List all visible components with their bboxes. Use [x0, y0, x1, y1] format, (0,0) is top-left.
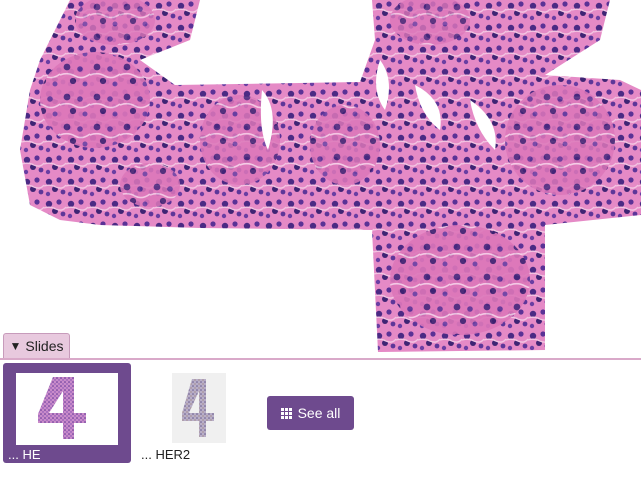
slide-thumbnail-he[interactable]: ... HE — [3, 363, 131, 463]
slide-thumbnail-image — [16, 373, 118, 445]
slide-thumbnail-image — [172, 373, 226, 443]
see-all-button[interactable]: See all — [267, 396, 354, 430]
slide-thumbnail-her2[interactable]: ... HER2 — [136, 363, 264, 463]
slides-tab-label: Slides — [25, 338, 64, 354]
see-all-label: See all — [297, 405, 341, 421]
slides-panel-toggle[interactable]: ▼ Slides — [3, 333, 70, 358]
grid-icon — [280, 407, 292, 419]
caret-down-icon: ▼ — [9, 339, 22, 353]
slide-label: ... HE — [8, 447, 41, 462]
slide-viewer[interactable] — [0, 0, 641, 358]
slides-panel: ... HE ... HER2 See all — [0, 360, 641, 480]
tissue-image — [20, 0, 641, 352]
slide-label: ... HER2 — [141, 447, 191, 462]
